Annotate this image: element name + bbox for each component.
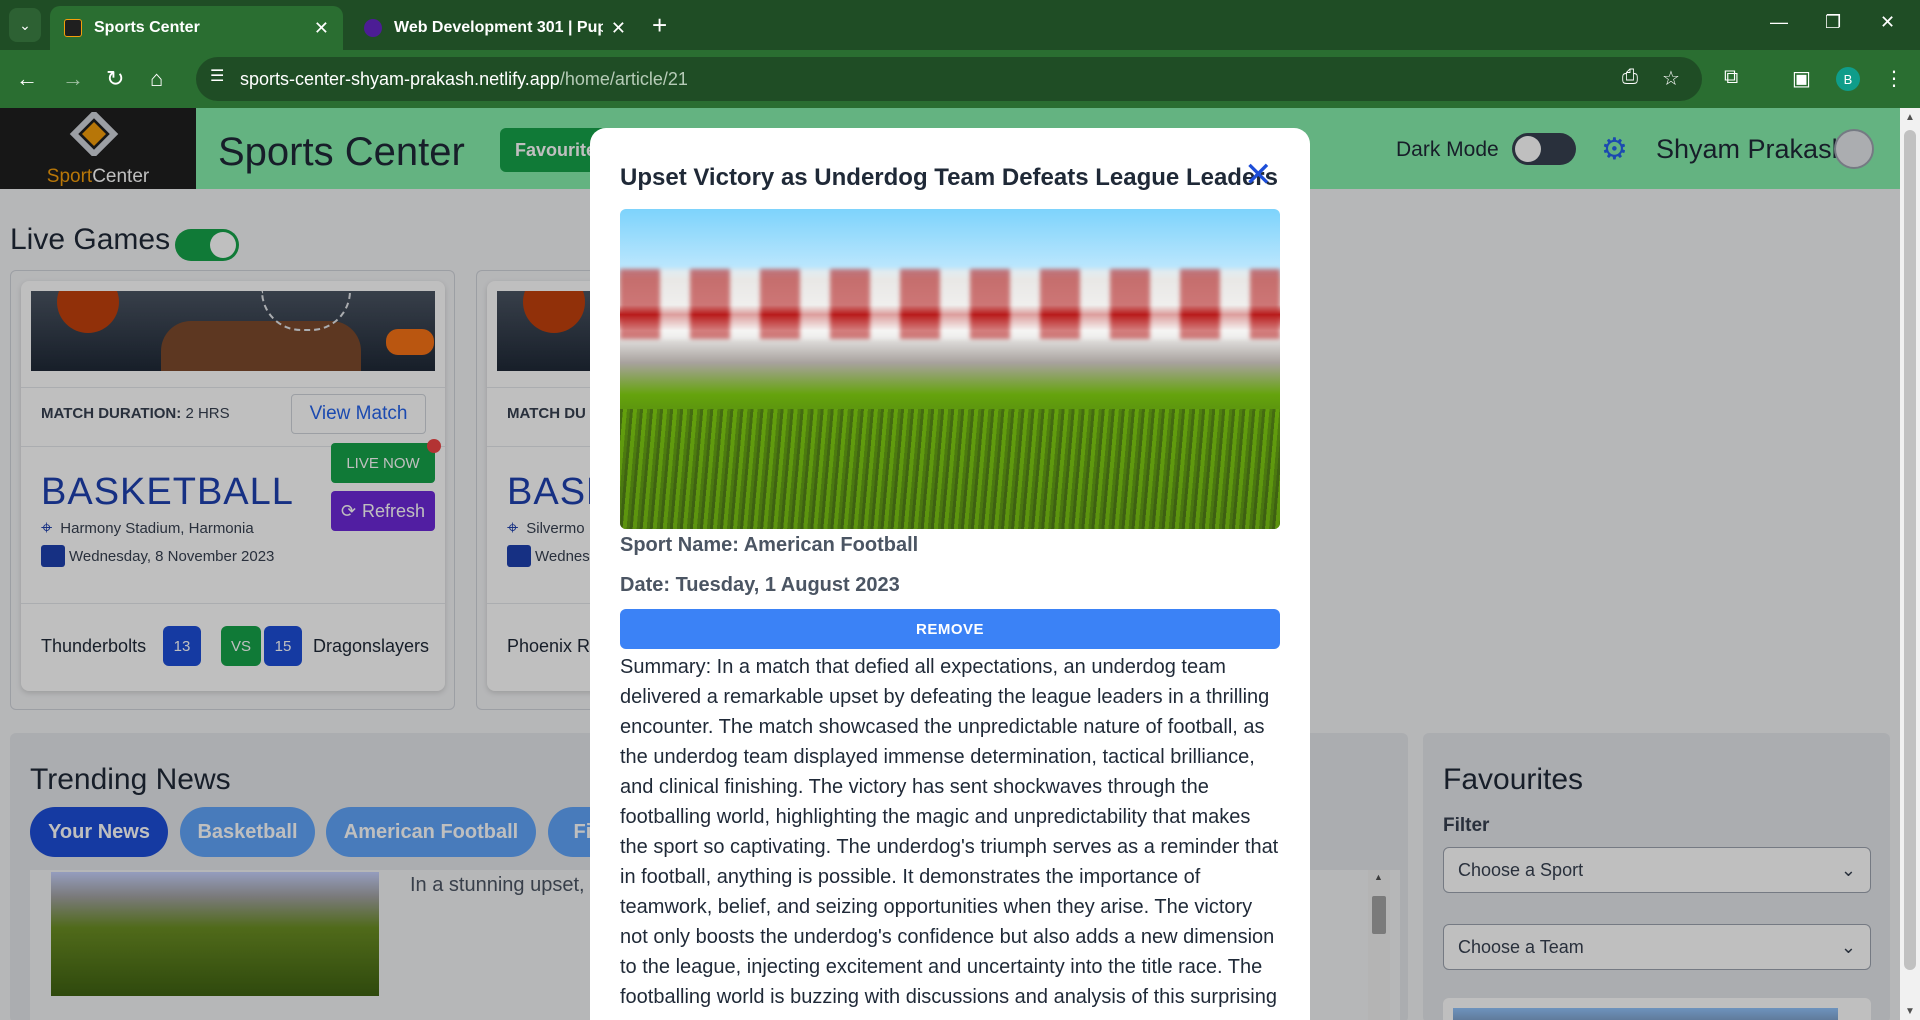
- article-title: Upset Victory as Underdog Team Defeats L…: [620, 164, 1278, 191]
- url-host: sports-center-shyam-prakash.netlify.app: [240, 68, 560, 89]
- article-date: Date: Tuesday, 1 August 2023: [620, 574, 900, 596]
- browser-tab-sports-center[interactable]: Sports Center ✕: [50, 6, 343, 50]
- browser-tab-bar: ⌄ Sports Center ✕ Web Development 301 | …: [0, 0, 1920, 50]
- remove-button[interactable]: REMOVE: [620, 609, 1280, 649]
- article-image: [620, 209, 1280, 529]
- profile-avatar[interactable]: B: [1836, 67, 1860, 91]
- forward-arrow-icon[interactable]: →: [62, 66, 84, 92]
- back-arrow-icon[interactable]: ←: [16, 66, 38, 92]
- tab-search-dropdown-icon[interactable]: ⌄: [9, 8, 41, 42]
- tab-title: Sports Center: [94, 19, 200, 36]
- site-info-icon[interactable]: ☰: [210, 66, 224, 86]
- bookmark-star-icon[interactable]: ☆: [1662, 66, 1680, 91]
- tab-title: Web Development 301 | Pupilfi: [394, 19, 603, 36]
- url-path: /home/article/21: [559, 68, 688, 89]
- menu-kebab-icon[interactable]: ⋮: [1884, 66, 1904, 91]
- article-sport-name: Sport Name: American Football: [620, 534, 919, 556]
- minimize-icon[interactable]: —: [1770, 12, 1788, 33]
- close-tab-icon[interactable]: ✕: [611, 18, 626, 39]
- install-app-icon[interactable]: ⎙: [1622, 66, 1638, 89]
- article-summary: Summary: In a match that defied all expe…: [620, 656, 1279, 1008]
- scrollbar-thumb[interactable]: [1904, 130, 1916, 970]
- browser-toolbar: ← → ↻ ⌂ sports-center-shyam-prakash.netl…: [0, 50, 1920, 108]
- close-tab-icon[interactable]: ✕: [314, 18, 329, 39]
- extensions-icon[interactable]: ⧉: [1724, 66, 1738, 89]
- new-tab-plus-icon[interactable]: +: [652, 10, 667, 41]
- restore-icon[interactable]: ❐: [1825, 12, 1841, 33]
- close-icon[interactable]: ✕: [1244, 158, 1273, 192]
- address-bar[interactable]: sports-center-shyam-prakash.netlify.app /…: [196, 57, 1702, 101]
- browser-tab-web-dev[interactable]: Web Development 301 | Pupilfi ✕: [350, 6, 640, 50]
- article-modal: Upset Victory as Underdog Team Defeats L…: [590, 128, 1310, 1020]
- home-icon[interactable]: ⌂: [150, 66, 163, 92]
- close-window-icon[interactable]: ✕: [1880, 12, 1895, 33]
- side-panel-icon[interactable]: ▣: [1792, 66, 1811, 91]
- pupilfirst-favicon-icon: [364, 19, 382, 37]
- page-scrollbar[interactable]: ▲ ▼: [1900, 108, 1920, 1020]
- reload-icon[interactable]: ↻: [106, 66, 124, 92]
- sports-center-favicon-icon: [64, 19, 82, 37]
